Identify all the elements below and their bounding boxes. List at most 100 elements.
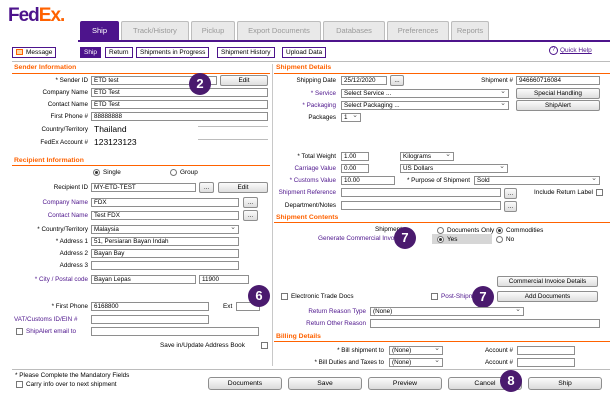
tab-track-history[interactable]: Track/History	[121, 21, 189, 40]
sender-contact-input[interactable]: ETD Test	[91, 100, 268, 109]
service-label: * Service	[310, 90, 336, 97]
save-address-book-label: Save in/Update Address Book	[160, 342, 245, 349]
weight-unit-select[interactable]: Kilograms	[400, 152, 454, 161]
duties-account-label: Account #	[484, 359, 513, 366]
include-return-label: Include Return Label	[534, 189, 593, 196]
generate-yes-radio[interactable]	[437, 236, 444, 243]
bill-shipment-select[interactable]: (None)	[389, 346, 443, 355]
carriage-value-label: Carriage Value	[294, 165, 336, 172]
total-weight-label: * Total Weight	[297, 153, 336, 160]
carriage-value-input[interactable]: 0.00	[341, 164, 369, 173]
recipient-company-lookup-button[interactable]: ...	[243, 197, 258, 208]
calendar-button[interactable]: ...	[390, 75, 404, 86]
vat-input[interactable]	[91, 315, 209, 324]
shipping-date-label: Shipping Date	[296, 77, 336, 84]
notes-lookup-button[interactable]: ...	[504, 201, 517, 212]
recipient-edit-button[interactable]: Edit	[218, 182, 268, 193]
recipient-country-select[interactable]: Malaysia	[91, 225, 239, 234]
tab-preferences[interactable]: Preferences	[387, 21, 449, 40]
sender-id-label: * Sender ID	[55, 77, 88, 84]
total-weight-input[interactable]: 1.00	[341, 152, 369, 161]
tab-databases[interactable]: Databases	[323, 21, 385, 40]
quick-help-link[interactable]: Quick Help	[560, 47, 592, 54]
city-input[interactable]: Bayan Lepas	[91, 275, 196, 284]
recipient-contact-lookup-button[interactable]: ...	[243, 210, 258, 221]
step-badge: 2	[189, 73, 211, 95]
shipalert-email-label: ShipAlert email to	[26, 328, 77, 335]
shipalert-email-checkbox[interactable]	[16, 328, 23, 335]
save-address-book-checkbox[interactable]	[261, 342, 268, 349]
ship-button[interactable]: Ship	[528, 377, 602, 390]
add-documents-button[interactable]: Add Documents	[497, 291, 598, 302]
address2-input[interactable]: Bayan Bay	[91, 249, 239, 258]
commercial-invoice-details-button[interactable]: Commercial Invoice Details	[497, 276, 598, 287]
tab-export-documents[interactable]: Export Documents	[237, 21, 321, 40]
packages-label: Packages	[308, 114, 336, 121]
shipment-section-title: Shipment Details	[276, 64, 332, 71]
toolbar-return-button[interactable]: Return	[105, 47, 133, 58]
toolbar-upload-data-button[interactable]: Upload Data	[282, 47, 327, 58]
sender-edit-button[interactable]: Edit	[220, 75, 268, 86]
recipient-company-input[interactable]: FDX	[91, 198, 239, 207]
toolbar-ship-button[interactable]: Ship	[80, 47, 102, 58]
recipient-lookup-button[interactable]: ...	[199, 182, 214, 193]
tab-pickup[interactable]: Pickup	[191, 21, 235, 40]
step-badge: 7	[472, 286, 494, 308]
tab-ship[interactable]: Ship	[80, 21, 119, 40]
documents-button[interactable]: Documents	[208, 377, 282, 390]
sender-country-label: Country/Territory	[41, 126, 88, 133]
carry-info-label: Carry info over to next shipment	[26, 381, 117, 388]
department-notes-input[interactable]	[341, 201, 501, 210]
shipalert-button[interactable]: ShipAlert	[516, 100, 600, 111]
shipping-date-input[interactable]: 25/12/2020	[341, 76, 387, 85]
recipient-contact-input[interactable]: Test FDX	[91, 211, 239, 220]
recipient-id-input[interactable]: MY-ETD-TEST	[91, 183, 196, 192]
special-handling-button[interactable]: Special Handling	[516, 88, 600, 99]
fedex-logo: FedEx.	[8, 5, 65, 26]
currency-select[interactable]: US Dollars	[400, 164, 508, 173]
carry-info-checkbox[interactable]	[16, 381, 23, 388]
return-other-reason-input[interactable]	[370, 319, 600, 328]
purpose-select[interactable]: Sold	[474, 176, 600, 185]
shipalert-email-input[interactable]	[91, 327, 259, 336]
toolbar-shipment-history-button[interactable]: Shipment History	[217, 47, 275, 58]
service-select[interactable]: Select Service ...	[341, 89, 509, 98]
sender-company-input[interactable]: ETD Test	[91, 88, 268, 97]
help-icon[interactable]: ?	[549, 46, 558, 55]
address1-input[interactable]: 51, Persiaran Bayan Indah	[91, 237, 239, 246]
address3-input[interactable]	[91, 261, 239, 270]
reference-lookup-button[interactable]: ...	[504, 188, 517, 199]
packaging-select[interactable]: Select Packaging ...	[341, 101, 509, 110]
return-reason-type-select[interactable]: (None)	[370, 307, 524, 316]
duties-account-input[interactable]	[517, 358, 575, 367]
packages-stepper[interactable]: 1	[341, 113, 361, 122]
generate-no-radio[interactable]	[496, 236, 503, 243]
sender-phone-input[interactable]: 88888888	[91, 112, 268, 121]
sender-field-line	[198, 139, 268, 140]
toolbar-divider	[12, 61, 610, 62]
preview-button[interactable]: Preview	[368, 377, 442, 390]
shipment-reference-input[interactable]	[341, 188, 501, 197]
include-return-checkbox[interactable]	[596, 189, 603, 196]
single-radio[interactable]	[93, 169, 100, 176]
tab-reports[interactable]: Reports	[451, 21, 489, 40]
bill-duties-select[interactable]: (None)	[389, 358, 443, 367]
customs-value-input[interactable]: 10.00	[341, 176, 395, 185]
recipient-phone-input[interactable]: 6168800	[91, 302, 209, 311]
department-notes-label: Department/Notes	[284, 202, 336, 209]
commodities-radio[interactable]	[496, 227, 503, 234]
step-badge: 7	[394, 227, 416, 249]
electronic-trade-docs-checkbox[interactable]	[281, 293, 288, 300]
bill-account-input[interactable]	[517, 346, 575, 355]
commodities-label: Commodities	[506, 227, 544, 234]
post-shipment-checkbox[interactable]	[431, 293, 438, 300]
recipient-id-label: Recipient ID	[53, 184, 88, 191]
toolbar-shipments-in-progress-button[interactable]: Shipments in Progress	[136, 47, 210, 58]
documents-only-radio[interactable]	[437, 227, 444, 234]
postal-input[interactable]: 11900	[199, 275, 249, 284]
group-radio[interactable]	[170, 169, 177, 176]
packaging-label: * Packaging	[302, 102, 336, 109]
message-button[interactable]: Message	[12, 47, 57, 58]
message-label: Message	[26, 49, 53, 56]
save-button[interactable]: Save	[288, 377, 362, 390]
